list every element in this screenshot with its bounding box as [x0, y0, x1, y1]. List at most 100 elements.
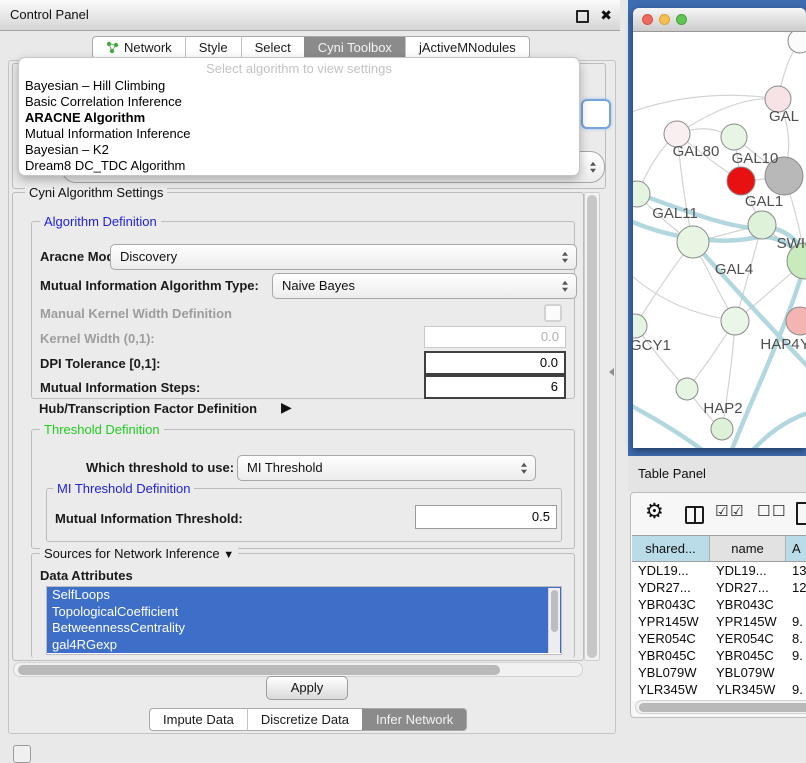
menu-item[interactable]: Dream8 DC_TDC Algorithm	[19, 158, 579, 174]
checked-checkbox-icon[interactable]: ☑	[715, 502, 728, 520]
checked-checkbox-icon[interactable]: ☑	[730, 502, 743, 520]
node-label: HAP4	[760, 336, 799, 353]
docked-panel-icon[interactable]	[13, 745, 31, 763]
node-label: GAL1	[745, 193, 783, 210]
network-window-titlebar[interactable]	[633, 8, 806, 32]
node-gal11[interactable]	[633, 181, 650, 207]
list-item[interactable]: gal4RGexp	[47, 637, 561, 654]
menu-item[interactable]: Mutual Information Inference	[19, 126, 579, 142]
menu-item[interactable]: Bayesian – K2	[19, 142, 579, 158]
settings-vertical-scrollbar[interactable]	[584, 192, 600, 661]
close-icon[interactable]: ✖	[600, 4, 612, 26]
table-horizontal-scrollbar[interactable]	[635, 700, 806, 714]
apply-button[interactable]: Apply	[266, 676, 348, 700]
column-header-shared-name[interactable]: shared...	[632, 536, 710, 561]
table-panel-header: Table Panel	[628, 456, 806, 492]
kernel-width-label: Kernel Width (0,1):	[40, 331, 155, 346]
menu-item[interactable]: Bayesian – Hill Climbing	[19, 78, 579, 94]
mi-steps-field[interactable]: 6	[424, 375, 566, 399]
table-row[interactable]: YER054C YER054C 8.	[632, 630, 806, 647]
split-pane-collapse-icon[interactable]	[609, 368, 614, 376]
dpi-tolerance-field[interactable]: 0.0	[424, 351, 566, 375]
combo-stepper-icon	[521, 463, 527, 474]
node-label: SWI4	[777, 235, 806, 252]
node[interactable]	[788, 32, 806, 53]
table-row[interactable]: YDL19... YDL19... 13	[632, 562, 806, 579]
unchecked-checkbox-icon[interactable]: ☐	[757, 502, 770, 520]
which-threshold-combo[interactable]: MI Threshold	[237, 455, 536, 481]
node-hap2[interactable]	[676, 378, 698, 400]
table-row[interactable]: YLR345W YLR345W 9.	[632, 681, 806, 698]
node-gcy1[interactable]	[633, 314, 647, 338]
tab-infer-network-label: Infer Network	[376, 708, 453, 731]
manual-kernel-checkbox[interactable]	[544, 304, 562, 322]
node-gal10[interactable]	[721, 124, 747, 150]
tab-impute-data[interactable]: Impute Data	[149, 708, 247, 731]
table-header-row: shared... name A	[632, 535, 806, 562]
table-row[interactable]: YPR145W YPR145W 9.	[632, 613, 806, 630]
data-attributes-list[interactable]: SelfLoops TopologicalCoefficient Between…	[46, 586, 562, 655]
column-header[interactable]: A	[786, 536, 806, 561]
minimize-button[interactable]	[659, 14, 670, 25]
unchecked-checkbox-icon[interactable]: ☐	[772, 502, 785, 520]
algorithm-combo-fragment[interactable]	[581, 99, 611, 129]
table-body: YDL19... YDL19... 13 YDR27... YDR27... 1…	[632, 562, 806, 701]
list-item[interactable]: TopologicalCoefficient	[47, 604, 561, 621]
list-item[interactable]: BetweennessCentrality	[47, 620, 561, 637]
mi-steps-label: Mutual Information Steps:	[40, 380, 200, 395]
table-row[interactable]: YBR043C YBR043C	[632, 596, 806, 613]
algorithm-select-popup: Select algorithm to view settings Bayesi…	[18, 57, 580, 176]
network-canvas[interactable]: GAL GAL80 GAL10 GAL1 GAL11 SWI4 GAL4 GCY…	[633, 32, 806, 448]
columns-icon[interactable]	[685, 506, 704, 524]
tab-discretize-data[interactable]: Discretize Data	[247, 708, 362, 731]
mi-type-combo[interactable]: Naive Bayes	[272, 273, 577, 299]
network-window[interactable]: GAL GAL80 GAL10 GAL1 GAL11 SWI4 GAL4 GCY…	[633, 8, 806, 448]
node-gal4[interactable]	[677, 226, 709, 258]
table-row[interactable]: YDR27... YDR27... 12	[632, 579, 806, 596]
top-tab-strip: Network Style Select Cyni Toolbox jActiv…	[92, 36, 530, 59]
menu-item-selected[interactable]: ARACNE Algorithm	[19, 110, 579, 126]
hub-definition-label[interactable]: Hub/Transcription Factor Definition	[39, 401, 257, 416]
gear-icon[interactable]: ⚙	[645, 499, 664, 524]
tab-network[interactable]: Network	[92, 36, 185, 59]
dpi-tolerance-label: DPI Tolerance [0,1]:	[40, 356, 160, 371]
settings-horizontal-scrollbar[interactable]	[13, 662, 583, 677]
tab-jactivemnodules[interactable]: jActiveMNodules	[405, 36, 530, 59]
table-panel: ⚙ ☑ ☑ ☐ ☐ shared... name A YDL19... YDL1…	[630, 492, 806, 718]
collapse-arrow-icon[interactable]: ▼	[223, 549, 234, 561]
kernel-width-field[interactable]: 0.0	[424, 326, 566, 348]
tab-select[interactable]: Select	[241, 36, 304, 59]
node-label: GAL	[769, 108, 799, 125]
document-icon[interactable]	[796, 502, 806, 525]
node[interactable]	[711, 418, 733, 440]
expand-arrow-icon[interactable]: ▶	[281, 399, 292, 416]
node-hap4[interactable]	[721, 307, 749, 335]
threshold-definition-groupbox: Threshold Definition Which threshold to …	[31, 429, 575, 549]
aracne-mode-value: Discovery	[120, 249, 177, 264]
menu-item[interactable]: Basic Correlation Inference	[19, 94, 579, 110]
table-panel-title: Table Panel	[638, 456, 706, 492]
node-label: GAL4	[715, 261, 753, 278]
aracne-mode-combo[interactable]: Discovery	[110, 244, 577, 270]
column-header-name[interactable]: name	[710, 536, 786, 561]
table-row[interactable]: YBR045C YBR045C 9.	[632, 647, 806, 664]
list-scrollbar[interactable]	[548, 588, 560, 653]
mi-threshold-groupbox: MI Threshold Definition Mutual Informati…	[46, 488, 562, 542]
table-row[interactable]: YBL079W YBL079W	[632, 664, 806, 681]
node-label: GAL11	[652, 205, 698, 222]
close-button[interactable]	[642, 14, 653, 25]
node-label: GCY1	[633, 337, 671, 354]
tab-infer-network[interactable]: Infer Network	[362, 708, 467, 731]
which-threshold-value: MI Threshold	[247, 460, 323, 475]
kernel-width-value: 0.0	[541, 329, 559, 344]
mi-type-value: Naive Bayes	[282, 278, 355, 293]
list-item[interactable]: SelfLoops	[47, 587, 561, 604]
node-gal1[interactable]	[748, 211, 776, 239]
float-window-icon[interactable]	[576, 10, 589, 23]
zoom-button[interactable]	[676, 14, 687, 25]
tab-cyni-toolbox[interactable]: Cyni Toolbox	[304, 36, 405, 59]
mi-threshold-field[interactable]: 0.5	[415, 505, 557, 529]
manual-kernel-label: Manual Kernel Width Definition	[40, 306, 232, 321]
node-red[interactable]	[727, 167, 755, 195]
tab-style[interactable]: Style	[185, 36, 241, 59]
